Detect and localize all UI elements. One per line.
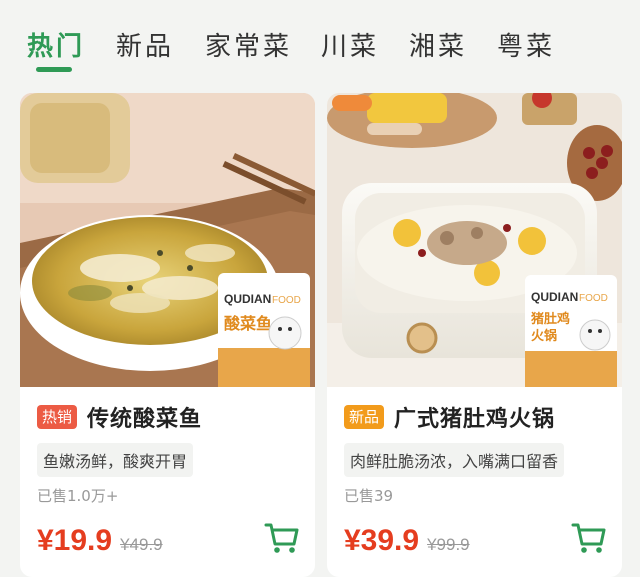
- original-price: ¥99.9: [427, 535, 470, 554]
- product-title-row: 新品 广式猪肚鸡火锅: [344, 401, 555, 433]
- category-tabs: 热门 新品 家常菜 川菜 湘菜 粤菜: [0, 0, 640, 86]
- tab-hot[interactable]: 热门: [27, 26, 85, 63]
- svg-text:火锅: 火锅: [531, 328, 557, 344]
- cart-icon[interactable]: [570, 519, 608, 557]
- svg-text:酸菜鱼: 酸菜鱼: [224, 314, 272, 333]
- svg-text:QUDIAN: QUDIAN: [224, 292, 271, 306]
- active-tab-indicator: [36, 67, 72, 72]
- svg-text:FOOD: FOOD: [579, 293, 608, 304]
- product-card[interactable]: QUDIAN FOOD 酸菜鱼 热销 传统酸菜鱼 鱼嫩汤鲜，酸爽开胃 已售1.0…: [20, 93, 315, 577]
- svg-text:猪肚鸡: 猪肚鸡: [530, 311, 570, 327]
- price-row: ¥19.9 ¥49.9: [37, 524, 163, 558]
- current-price: ¥39.9: [344, 524, 420, 557]
- product-title[interactable]: 传统酸菜鱼: [87, 401, 202, 433]
- sold-count: 已售1.0万+: [37, 487, 119, 505]
- product-title-row: 热销 传统酸菜鱼: [37, 401, 202, 433]
- product-description: 肉鲜肚脆汤浓，入嘴满口留香: [344, 443, 565, 477]
- product-title[interactable]: 广式猪肚鸡火锅: [394, 401, 555, 433]
- current-price: ¥19.9: [37, 524, 113, 557]
- sold-count: 已售39: [344, 487, 394, 505]
- tab-hunan[interactable]: 湘菜: [409, 26, 467, 63]
- product-description: 鱼嫩汤鲜，酸爽开胃: [37, 443, 194, 477]
- svg-text:FOOD: FOOD: [272, 295, 301, 306]
- product-image[interactable]: QUDIAN FOOD 酸菜鱼: [20, 93, 315, 387]
- cart-icon[interactable]: [263, 519, 301, 557]
- tab-new[interactable]: 新品: [116, 26, 174, 63]
- original-price: ¥49.9: [120, 535, 163, 554]
- product-image[interactable]: QUDIAN FOOD 猪肚鸡 火锅: [327, 93, 622, 387]
- hot-badge: 热销: [37, 405, 78, 429]
- price-row: ¥39.9 ¥99.9: [344, 524, 470, 558]
- svg-text:QUDIAN: QUDIAN: [531, 290, 578, 304]
- tab-sichuan[interactable]: 川菜: [321, 26, 379, 63]
- new-badge: 新品: [344, 405, 385, 429]
- tab-home-cooking[interactable]: 家常菜: [205, 26, 292, 63]
- tab-cantonese[interactable]: 粤菜: [497, 26, 555, 63]
- product-card[interactable]: QUDIAN FOOD 猪肚鸡 火锅 新品 广式猪肚鸡火锅 肉鲜肚脆汤浓，入嘴满…: [327, 93, 622, 577]
